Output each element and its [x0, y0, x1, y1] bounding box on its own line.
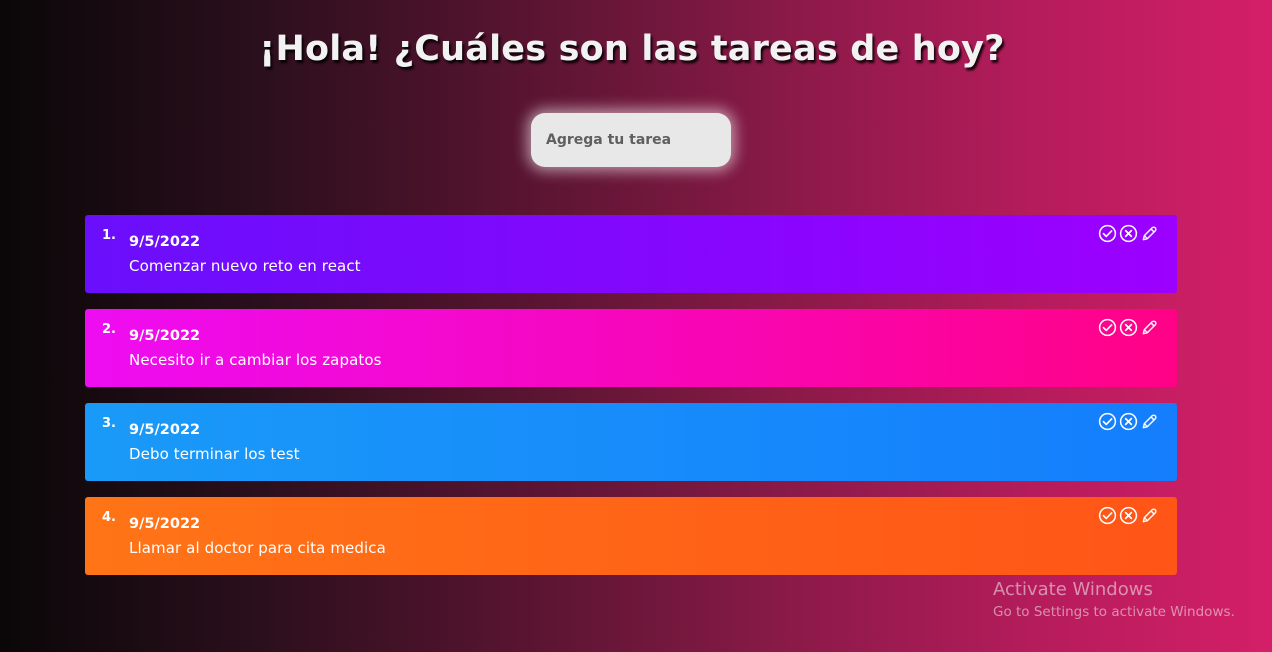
task-number: 2.	[102, 322, 116, 337]
check-circle-icon[interactable]	[1098, 224, 1117, 243]
task-text: Llamar al doctor para cita medica	[129, 539, 386, 557]
task-actions	[1098, 506, 1159, 525]
task-actions	[1098, 224, 1159, 243]
x-circle-icon[interactable]	[1119, 506, 1138, 525]
watermark-subtitle: Go to Settings to activate Windows.	[993, 604, 1235, 620]
task-item: 3. 9/5/2022 Debo terminar los test	[85, 403, 1177, 481]
page-title: ¡Hola! ¿Cuáles son las tareas de hoy?	[259, 29, 1005, 69]
x-circle-icon[interactable]	[1119, 318, 1138, 337]
edit-pencil-icon[interactable]	[1140, 224, 1159, 243]
task-list: 1. 9/5/2022 Comenzar nuevo reto en react…	[85, 215, 1177, 591]
watermark-title: Activate Windows	[993, 579, 1153, 600]
task-text: Necesito ir a cambiar los zapatos	[129, 351, 382, 369]
windows-activation-watermark: Activate Windows Go to Settings to activ…	[993, 579, 1235, 622]
x-circle-icon[interactable]	[1119, 412, 1138, 431]
edit-pencil-icon[interactable]	[1140, 412, 1159, 431]
task-number: 3.	[102, 416, 116, 431]
x-circle-icon[interactable]	[1119, 224, 1138, 243]
task-number: 1.	[102, 228, 116, 243]
task-item: 4. 9/5/2022 Llamar al doctor para cita m…	[85, 497, 1177, 575]
task-item: 1. 9/5/2022 Comenzar nuevo reto en react	[85, 215, 1177, 293]
task-text: Comenzar nuevo reto en react	[129, 257, 361, 275]
task-actions	[1098, 412, 1159, 431]
task-date: 9/5/2022	[129, 234, 201, 250]
task-item: 2. 9/5/2022 Necesito ir a cambiar los za…	[85, 309, 1177, 387]
task-text: Debo terminar los test	[129, 445, 300, 463]
edit-pencil-icon[interactable]	[1140, 318, 1159, 337]
check-circle-icon[interactable]	[1098, 506, 1117, 525]
check-circle-icon[interactable]	[1098, 412, 1117, 431]
check-circle-icon[interactable]	[1098, 318, 1117, 337]
task-date: 9/5/2022	[129, 516, 201, 532]
task-date: 9/5/2022	[129, 422, 201, 438]
task-number: 4.	[102, 510, 116, 525]
task-input[interactable]	[531, 113, 731, 167]
task-date: 9/5/2022	[129, 328, 201, 344]
task-actions	[1098, 318, 1159, 337]
edit-pencil-icon[interactable]	[1140, 506, 1159, 525]
